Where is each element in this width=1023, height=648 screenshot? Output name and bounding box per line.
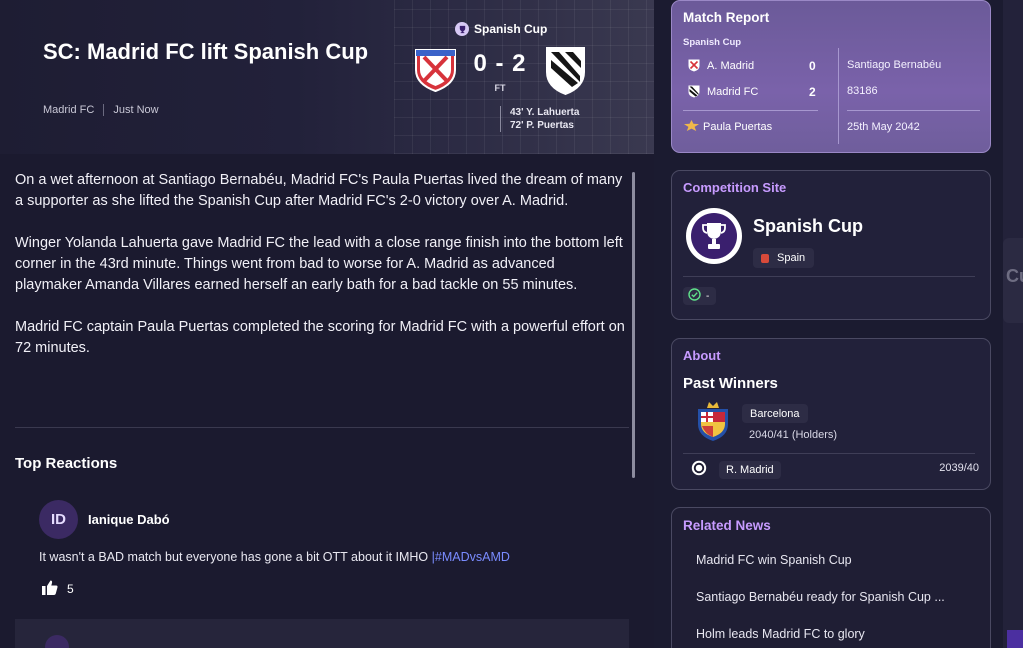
- previous-winner-crest-icon: [691, 460, 707, 479]
- player-of-the-match[interactable]: Paula Puertas: [684, 120, 772, 134]
- competition-tag-label: Spanish Cup: [474, 22, 548, 36]
- article-scrollbar[interactable]: [632, 172, 635, 478]
- article-title: SC: Madrid FC lift Spanish Cup: [43, 39, 369, 64]
- adjacent-accent-bar: [1007, 630, 1023, 648]
- panel-title: Match Report: [683, 10, 770, 25]
- home-team-row[interactable]: A. Madrid: [688, 59, 754, 72]
- article-paragraph: Madrid FC captain Paula Puertas complete…: [15, 319, 625, 356]
- previous-winner-season: 2039/40: [939, 462, 979, 474]
- reactor-name[interactable]: Ianique Dabó: [88, 512, 170, 527]
- previous-winner-name: R. Madrid: [719, 460, 781, 479]
- article-source[interactable]: Madrid FC: [43, 104, 94, 116]
- holders-crest[interactable]: [696, 402, 730, 447]
- trophy-icon: [691, 213, 737, 259]
- report-competition[interactable]: Spanish Cup: [683, 37, 741, 48]
- home-team-name: A. Madrid: [707, 59, 755, 72]
- next-reaction-card: [15, 619, 629, 648]
- match-report-panel[interactable]: Match Report Spanish Cup A. Madrid 0 Mad…: [671, 0, 991, 153]
- related-news-link[interactable]: Madrid FC win Spanish Cup: [696, 553, 852, 567]
- competition-name[interactable]: Spanish Cup: [753, 216, 863, 237]
- avatar[interactable]: [45, 635, 69, 648]
- spain-flag-icon: [761, 253, 769, 263]
- reaction-hashtag[interactable]: |#MADvsAMD: [432, 550, 510, 564]
- thumbs-up-icon: [42, 580, 58, 598]
- report-vertical-divider: [838, 48, 839, 144]
- meta-divider: [103, 104, 105, 116]
- competition-status-badge: -: [683, 287, 717, 305]
- related-news-panel: Related News Madrid FC win Spanish Cup S…: [671, 507, 991, 648]
- match-date: 25th May 2042: [847, 121, 920, 133]
- stadium-name[interactable]: Santiago Bernabéu: [847, 59, 941, 71]
- competition-tag[interactable]: Spanish Cup: [455, 22, 547, 36]
- like-count: 5: [67, 582, 74, 596]
- away-team-crest-icon: [688, 85, 700, 98]
- panel-title: About: [683, 348, 721, 363]
- report-divider: [847, 110, 980, 111]
- player-of-the-match-name: Paula Puertas: [703, 121, 773, 133]
- panel-divider: [683, 453, 975, 454]
- competition-status-text: -: [706, 290, 710, 302]
- match-status: FT: [494, 83, 506, 93]
- section-divider: [15, 427, 629, 428]
- adjacent-panel-edge: Cu: [1003, 0, 1023, 648]
- cup-icon: [455, 22, 469, 36]
- reaction-text: It wasn't a BAD match but everyone has g…: [39, 550, 510, 564]
- country-name: Spain: [777, 252, 806, 264]
- match-score: 0 - 2: [473, 50, 527, 77]
- like-button[interactable]: 5: [42, 580, 74, 598]
- report-divider: [683, 110, 818, 111]
- home-team-crest-icon: [688, 59, 700, 72]
- article-header: SC: Madrid FC lift Spanish Cup Madrid FC…: [0, 0, 654, 154]
- reactions-heading: Top Reactions: [15, 455, 118, 472]
- holders-team-name[interactable]: Barcelona: [742, 404, 808, 423]
- adjacent-card-fragment: Cu: [1006, 266, 1023, 286]
- article-meta: Madrid FC Just Now: [43, 104, 159, 116]
- goal-scorer: 43' Y. Lahuerta: [510, 107, 580, 118]
- reaction-body: It wasn't a BAD match but everyone has g…: [39, 550, 432, 564]
- panel-title: Competition Site: [683, 180, 787, 195]
- article-time: Just Now: [113, 104, 159, 116]
- holders-season: 2040/41 (Holders): [749, 429, 838, 441]
- article-body: On a wet afternoon at Santiago Bernabéu,…: [15, 170, 625, 380]
- home-team-crest[interactable]: [414, 48, 457, 97]
- away-team-name: Madrid FC: [707, 85, 759, 98]
- related-news-link[interactable]: Holm leads Madrid FC to glory: [696, 627, 865, 641]
- away-team-row[interactable]: Madrid FC: [688, 85, 758, 98]
- competition-logo[interactable]: [686, 208, 742, 264]
- article-paragraph: On a wet afternoon at Santiago Bernabéu,…: [15, 172, 623, 209]
- article-paragraph: Winger Yolanda Lahuerta gave Madrid FC t…: [15, 235, 623, 293]
- away-team-score: 2: [809, 85, 816, 99]
- goal-scorers: 43' Y. Lahuerta 72' P. Puertas: [500, 106, 579, 132]
- star-icon: [684, 120, 699, 134]
- panel-title: Related News: [683, 518, 771, 533]
- away-team-crest[interactable]: [545, 46, 586, 100]
- check-circle-icon: [688, 288, 701, 304]
- goal-scorer: 72' P. Puertas: [510, 120, 574, 131]
- related-news-link[interactable]: Santiago Bernabéu ready for Spanish Cup …: [696, 590, 945, 604]
- competition-country[interactable]: Spain: [753, 248, 815, 268]
- about-panel: About Past Winners Barcelona 2040/41 (Ho…: [671, 338, 991, 490]
- home-team-score: 0: [809, 59, 816, 73]
- attendance: 83186: [847, 85, 878, 97]
- competition-site-panel[interactable]: Competition Site Spanish Cup Spain -: [671, 170, 991, 320]
- avatar[interactable]: ID: [39, 500, 78, 539]
- past-winners-heading: Past Winners: [683, 375, 778, 392]
- panel-divider: [683, 276, 975, 277]
- news-article-pane: SC: Madrid FC lift Spanish Cup Madrid FC…: [0, 0, 654, 648]
- previous-winner-row[interactable]: R. Madrid: [691, 460, 781, 479]
